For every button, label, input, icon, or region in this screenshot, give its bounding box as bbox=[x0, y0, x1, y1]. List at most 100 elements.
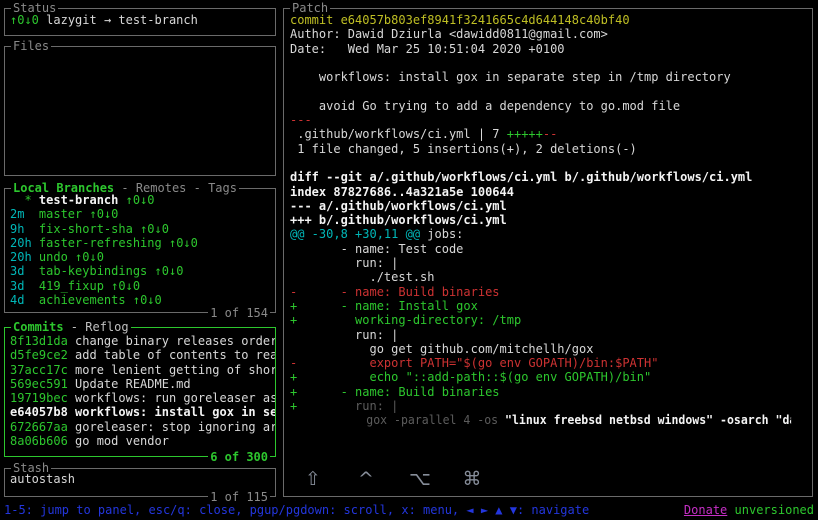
patch-line: diff --git a/.github/workflows/ci.yml b/… bbox=[290, 170, 753, 185]
commits-count: 6 of 300 bbox=[208, 449, 270, 464]
panel-status[interactable]: Status ↑0↓0 lazygit → test-branch bbox=[4, 1, 276, 36]
option-icon: ⌥ bbox=[409, 468, 431, 490]
commit-message: Update README.md bbox=[75, 376, 191, 391]
commit-sha: 37acc17c bbox=[10, 362, 68, 377]
patch-line: + - name: Build binaries bbox=[290, 384, 500, 399]
commit-row[interactable]: 672667aa goreleaser: stop ignoring ar bbox=[10, 420, 275, 434]
commit-row[interactable]: e64057b8 workflows: install gox in se bbox=[10, 405, 275, 419]
branch-name: tab-keybindings bbox=[38, 264, 148, 279]
version-label: unversioned bbox=[734, 503, 814, 517]
panel-patch[interactable]: Patch commit e64057b803ef8941f3241665c4d… bbox=[283, 1, 813, 497]
files-empty-area bbox=[5, 47, 275, 175]
patch-line: + run: | bbox=[290, 399, 399, 414]
patch-line: 1 file changed, 5 insertions(+), 2 delet… bbox=[290, 141, 637, 156]
branch-push-pull-arrows: ↑0↓0 bbox=[89, 207, 119, 222]
patch-line bbox=[290, 84, 812, 98]
patch-line: workflows: install gox in separate step … bbox=[290, 70, 731, 85]
commit-row[interactable]: 8f13d1da change binary releases order bbox=[10, 334, 275, 348]
branch-name: achievements bbox=[38, 293, 126, 308]
patch-line bbox=[290, 56, 812, 70]
status-bar: 1-5: jump to panel, esc/q: close, pgup/p… bbox=[4, 503, 814, 517]
commit-sha: 672667aa bbox=[10, 419, 68, 434]
commit-message: go mod vendor bbox=[75, 434, 169, 449]
push-pull-arrows: ↑0↓0 bbox=[10, 13, 39, 27]
commit-row[interactable]: 19719bec workflows: run goreleaser as bbox=[10, 391, 275, 405]
repo-branch-label: lazygit → test-branch bbox=[46, 13, 198, 27]
stash-name: autostash bbox=[10, 472, 76, 486]
modifier-key-overlay: ⇧ ^ ⌥ ⌘ bbox=[303, 468, 482, 490]
patch-line: run: | bbox=[290, 256, 399, 271]
commit-sha: 8f13d1da bbox=[10, 334, 68, 348]
stash-count: 1 of 115 bbox=[208, 489, 270, 504]
branch-row[interactable]: 20h faster-refreshing ↑0↓0 bbox=[10, 236, 275, 250]
commit-sha: e64057b8 bbox=[10, 405, 68, 420]
commit-message: more lenient getting of shor bbox=[75, 362, 275, 377]
commit-row[interactable]: 569ec591 Update README.md bbox=[10, 377, 275, 391]
lazygit-terminal: Status ↑0↓0 lazygit → test-branch Files … bbox=[0, 0, 818, 520]
patch-line: - export PATH="$(go env GOPATH)/bin:$PAT… bbox=[290, 356, 659, 371]
patch-line: ./test.sh bbox=[290, 270, 435, 285]
patch-line: @@ -30,8 +30,11 @@ jobs: bbox=[290, 227, 464, 242]
command-icon: ⌘ bbox=[462, 468, 482, 490]
branch-row[interactable]: * test-branch ↑0↓0 bbox=[10, 193, 275, 207]
panel-commits[interactable]: Commits - Reflog 8f13d1da change binary … bbox=[4, 320, 276, 464]
branch-name: undo bbox=[38, 250, 68, 265]
patch-line: - name: Test code bbox=[290, 241, 464, 256]
commit-message: workflows: install gox in se bbox=[75, 405, 275, 420]
control-icon: ^ bbox=[358, 468, 374, 490]
stash-item[interactable]: autostash bbox=[10, 472, 275, 486]
branch-row[interactable]: 3d 419_fixup ↑0↓0 bbox=[10, 279, 275, 293]
patch-line: avoid Go trying to add a dependency to g… bbox=[290, 98, 681, 113]
patch-line: Author: Dawid Dziurla <dawidd0811@gmail.… bbox=[290, 27, 608, 42]
patch-line: .github/workflows/ci.yml | 7 +++++-- bbox=[290, 127, 558, 142]
branch-name: faster-refreshing bbox=[38, 235, 162, 250]
commit-row[interactable]: 37acc17c more lenient getting of shor bbox=[10, 363, 275, 377]
branch-name: fix-short-sha bbox=[38, 221, 133, 236]
status-line: ↑0↓0 lazygit → test-branch bbox=[10, 13, 275, 27]
branch-name: test-branch bbox=[38, 193, 119, 207]
commit-message: goreleaser: stop ignoring ar bbox=[75, 419, 275, 434]
branches-count: 1 of 154 bbox=[208, 305, 270, 320]
patch-line: + echo "::add-path::$(go env GOPATH)/bin… bbox=[290, 370, 652, 385]
patch-line: --- bbox=[290, 113, 312, 128]
patch-line bbox=[290, 156, 812, 170]
patch-line: index 87827686..4a321a5e 100644 bbox=[290, 184, 514, 199]
branch-push-pull-arrows: ↑0↓0 bbox=[125, 193, 155, 207]
branch-name: master bbox=[38, 207, 83, 222]
panel-files[interactable]: Files bbox=[4, 39, 276, 176]
shift-icon: ⇧ bbox=[305, 468, 321, 490]
branch-push-pull-arrows: ↑0↓0 bbox=[75, 250, 104, 265]
patch-line: +++ b/.github/workflows/ci.yml bbox=[290, 213, 507, 228]
patch-line: commit e64057b803ef8941f3241665c4d644148… bbox=[290, 13, 630, 27]
branch-name: 419_fixup bbox=[38, 278, 104, 293]
keybindings-hint: 1-5: jump to panel, esc/q: close, pgup/p… bbox=[4, 503, 590, 517]
panel-local-branches[interactable]: Local Branches - Remotes - Tags * test-b… bbox=[4, 181, 276, 320]
patch-line: gox -parallel 4 -os "linux freebsd netbs… bbox=[290, 413, 792, 428]
patch-line: Date: Wed Mar 25 10:51:04 2020 +0100 bbox=[290, 41, 565, 56]
branch-row[interactable]: 2m master ↑0↓0 bbox=[10, 207, 275, 221]
commit-message: workflows: run goreleaser as bbox=[75, 391, 275, 406]
branch-push-pull-arrows: ↑0↓0 bbox=[132, 293, 162, 308]
commit-row[interactable]: 8a06b606 go mod vendor bbox=[10, 434, 275, 448]
branch-push-pull-arrows: ↑0↓0 bbox=[154, 264, 184, 279]
branch-push-pull-arrows: ↑0↓0 bbox=[140, 221, 169, 236]
patch-line: + - name: Install gox bbox=[290, 298, 478, 313]
branch-row[interactable]: 3d tab-keybindings ↑0↓0 bbox=[10, 264, 275, 278]
patch-line: + working-directory: /tmp bbox=[290, 313, 522, 328]
donate-link[interactable]: Donate bbox=[684, 503, 727, 517]
patch-line: --- a/.github/workflows/ci.yml bbox=[290, 198, 507, 213]
branch-push-pull-arrows: ↑0↓0 bbox=[168, 235, 198, 250]
patch-line: go get github.com/mitchellh/gox bbox=[290, 341, 594, 356]
branch-push-pull-arrows: ↑0↓0 bbox=[111, 278, 141, 293]
branch-row[interactable]: 9h fix-short-sha ↑0↓0 bbox=[10, 222, 275, 236]
commit-message: add table of contents to rea bbox=[75, 348, 275, 363]
commit-sha: 569ec591 bbox=[10, 376, 68, 391]
branch-row[interactable]: 20h undo ↑0↓0 bbox=[10, 250, 275, 264]
commit-message: change binary releases order bbox=[75, 334, 275, 348]
panel-stash[interactable]: Stash autostash 1 of 115 bbox=[4, 461, 276, 504]
commit-sha: 19719bec bbox=[10, 391, 68, 406]
patch-line: - - name: Build binaries bbox=[290, 284, 500, 299]
commit-row[interactable]: d5fe9ce2 add table of contents to rea bbox=[10, 348, 275, 362]
patch-line: run: | bbox=[290, 327, 399, 342]
commit-sha: d5fe9ce2 bbox=[10, 348, 68, 363]
